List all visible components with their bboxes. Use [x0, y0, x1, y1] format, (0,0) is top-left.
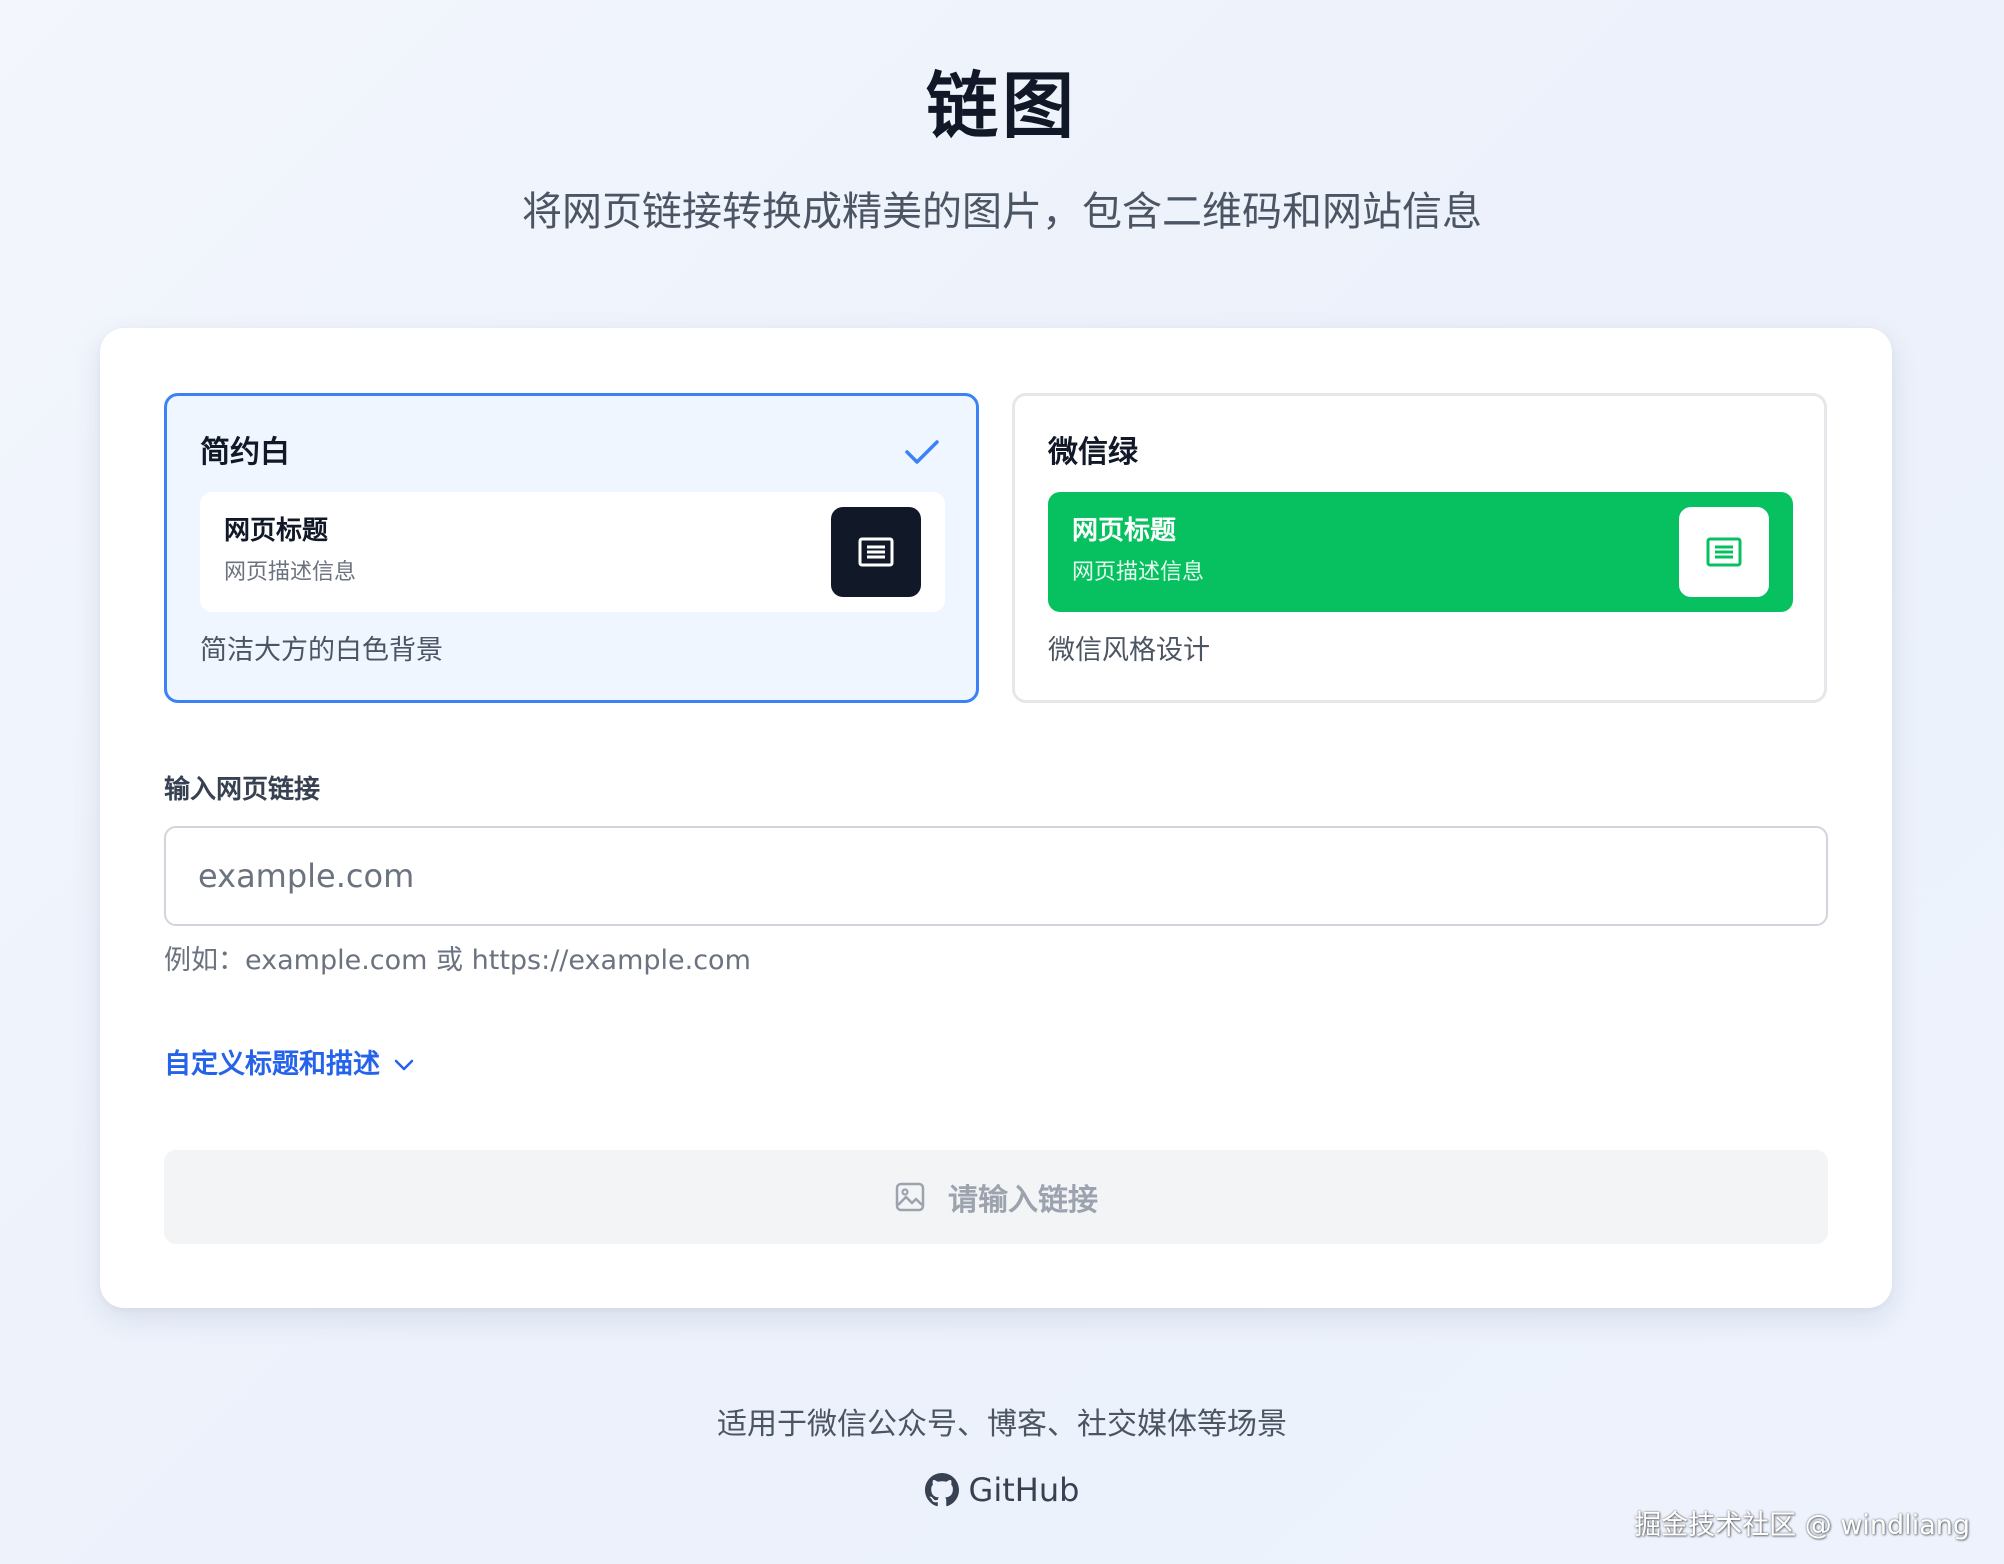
page-subtitle: 将网页链接转换成精美的图片，包含二维码和网站信息 — [522, 189, 1482, 235]
customize-toggle[interactable]: 自定义标题和描述 — [164, 1046, 414, 1084]
footer-text: 适用于微信公众号、博客、社交媒体等场景 — [717, 1407, 1287, 1442]
theme-preview: 网页标题 网页描述信息 — [1048, 492, 1793, 612]
theme-description: 微信风格设计 — [1048, 635, 1210, 666]
generate-button[interactable]: 请输入链接 — [164, 1150, 1828, 1244]
url-hint: 例如：example.com 或 https://example.com — [164, 945, 751, 976]
check-icon — [905, 440, 939, 464]
document-icon — [1679, 507, 1769, 597]
main-card: 简约白 网页标题 网页描述信息 简洁大方的白色背景 微信绿 网页标题 网页描述信… — [100, 328, 1892, 1308]
chevron-down-icon — [394, 1059, 414, 1071]
github-icon — [924, 1473, 959, 1507]
preview-title: 网页标题 — [1072, 516, 1177, 546]
preview-description: 网页描述信息 — [224, 560, 357, 585]
theme-name: 微信绿 — [1048, 435, 1138, 470]
url-input[interactable] — [164, 826, 1828, 926]
page-header: 链图 将网页链接转换成精美的图片，包含二维码和网站信息 — [0, 56, 2004, 238]
page-title: 链图 — [925, 64, 1078, 148]
preview-title: 网页标题 — [224, 516, 329, 546]
theme-description: 简洁大方的白色背景 — [200, 635, 443, 666]
theme-name: 简约白 — [200, 435, 290, 470]
generate-button-label: 请输入链接 — [948, 1184, 1098, 1217]
github-label: GitHub — [968, 1471, 1080, 1509]
github-link[interactable]: GitHub — [924, 1468, 1080, 1512]
theme-option-wechat-green[interactable]: 微信绿 网页标题 网页描述信息 微信风格设计 — [1012, 393, 1827, 703]
theme-preview: 网页标题 网页描述信息 — [200, 492, 945, 612]
customize-label: 自定义标题和描述 — [164, 1049, 380, 1080]
theme-option-simple-white[interactable]: 简约白 网页标题 网页描述信息 简洁大方的白色背景 — [164, 393, 979, 703]
url-input-label: 输入网页链接 — [164, 775, 321, 805]
image-icon — [895, 1182, 925, 1212]
preview-description: 网页描述信息 — [1072, 560, 1205, 585]
page-footer: 适用于微信公众号、博客、社交媒体等场景 GitHub — [0, 1404, 2004, 1512]
document-icon — [831, 507, 921, 597]
watermark: 掘金技术社区 @ windliang — [1634, 1510, 1970, 1541]
